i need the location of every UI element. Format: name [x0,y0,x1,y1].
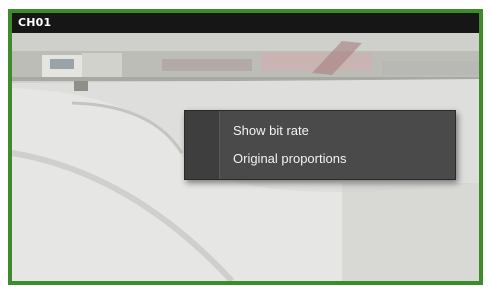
channel-title-bar: CH01 [12,13,479,33]
viewer-window: CH01 Show bit rate Original proportions [0,0,489,287]
context-menu-icon-gutter [185,111,220,179]
camera-video-tile[interactable]: CH01 Show bit rate Original proportions [8,9,483,285]
menu-item-show-bit-rate[interactable]: Show bit rate [219,118,455,144]
channel-label: CH01 [18,16,52,29]
context-menu: Show bit rate Original proportions [184,110,456,180]
menu-item-original-proportions[interactable]: Original proportions [219,146,455,172]
